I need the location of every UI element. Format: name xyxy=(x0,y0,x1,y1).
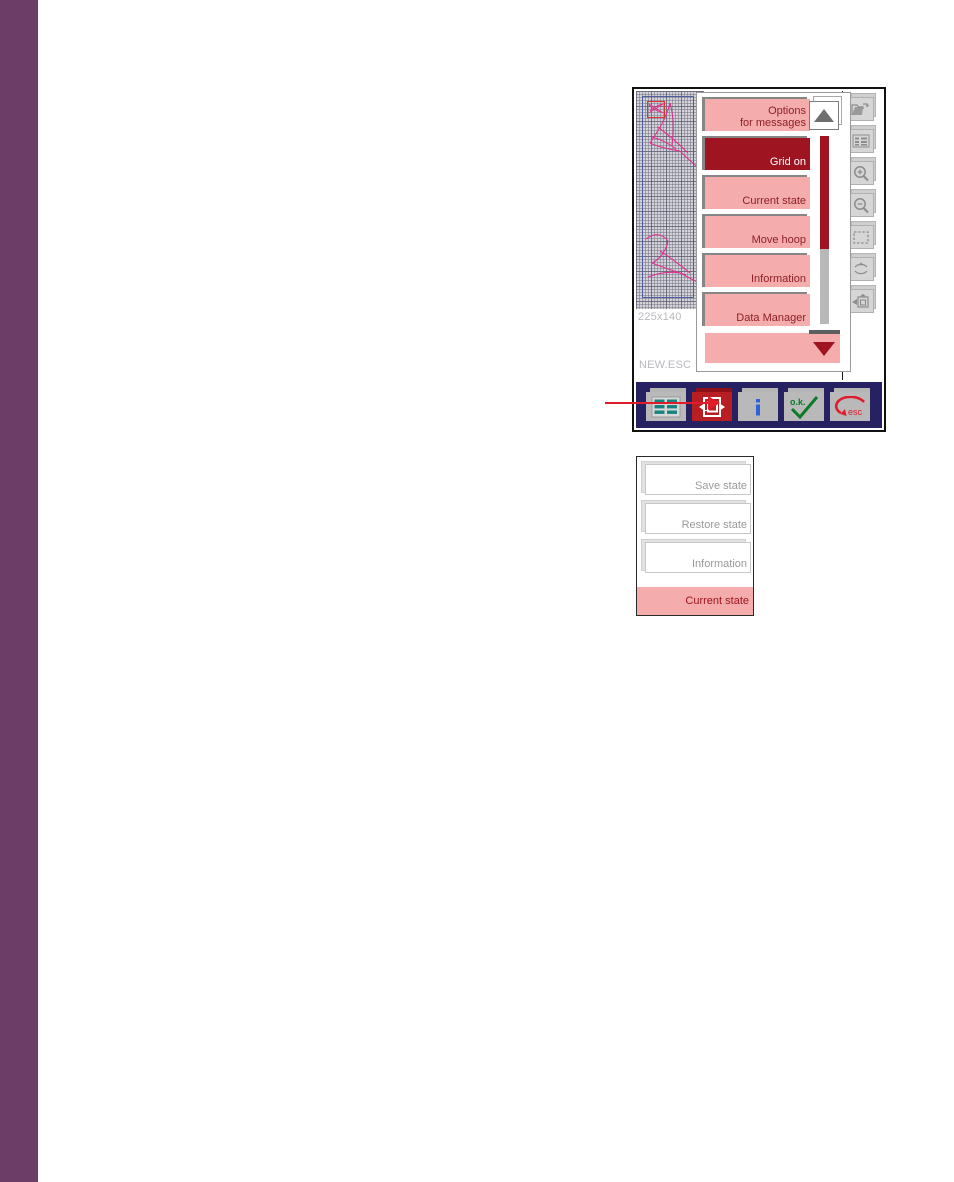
menu-item-label: Move hoop xyxy=(751,234,806,246)
callout-leader-line xyxy=(605,402,715,404)
esc-back-icon: esc xyxy=(834,395,865,417)
send-to-machine-icon xyxy=(852,293,869,308)
item-face: Save state xyxy=(645,464,751,495)
table-view-button[interactable] xyxy=(646,388,688,422)
save-state-button[interactable]: Save state xyxy=(641,461,751,495)
settings-popup-menu: Options for messages Grid on Current sta… xyxy=(696,92,851,372)
ok-check-icon: o.k. xyxy=(790,395,819,419)
item-face: Options for messages xyxy=(705,99,810,131)
current-state-label: Current state xyxy=(685,595,749,607)
list-view-button[interactable] xyxy=(847,125,878,154)
design-stitches xyxy=(645,102,701,284)
button-face xyxy=(847,161,874,185)
triangle-up-icon xyxy=(814,109,834,122)
button-face xyxy=(847,97,874,121)
selection-frame-icon xyxy=(852,230,869,244)
button-face xyxy=(646,392,686,421)
zoom-in-icon xyxy=(853,165,869,181)
svg-text:esc: esc xyxy=(848,407,863,417)
callout-arrow-head xyxy=(708,396,720,410)
menu-item-data-manager[interactable]: Data Manager xyxy=(702,292,810,326)
button-face xyxy=(847,193,874,217)
menu-item-grid-on[interactable]: Grid on xyxy=(702,136,810,170)
scroll-down-button[interactable] xyxy=(807,330,843,364)
button-face: esc xyxy=(830,392,870,421)
item-face: Grid on xyxy=(705,138,810,170)
state-item-label: Save state xyxy=(695,480,747,492)
item-face: Information xyxy=(645,542,751,573)
zoom-out-button[interactable] xyxy=(847,189,878,218)
open-folder-button[interactable] xyxy=(847,93,878,122)
button-face: o.k. xyxy=(784,392,824,421)
grid-table-icon xyxy=(651,396,681,417)
list-view-icon xyxy=(852,134,869,148)
embroidery-machine-screen: 225x140 NEW.ESC Options for messages Gri… xyxy=(632,87,886,432)
menu-item-label: Grid on xyxy=(769,156,806,168)
button-face xyxy=(847,257,874,281)
triangle-down-icon xyxy=(812,341,835,356)
button-face xyxy=(738,392,778,421)
svg-text:o.k.: o.k. xyxy=(790,397,806,407)
scrollbar-thumb[interactable] xyxy=(820,136,829,249)
restore-state-button[interactable]: Restore state xyxy=(641,500,751,534)
button-face xyxy=(809,101,839,130)
selected-stitch-block[interactable] xyxy=(647,101,665,118)
menu-item-options-for-messages[interactable]: Options for messages xyxy=(702,97,810,131)
current-state-title: Current state xyxy=(637,587,753,615)
state-item-label: Restore state xyxy=(681,519,747,531)
item-face: Restore state xyxy=(645,503,751,534)
item-face: Move hoop xyxy=(705,216,810,248)
design-canvas[interactable] xyxy=(636,91,704,309)
menu-item-label: Data Manager xyxy=(736,312,806,324)
selection-frame-button[interactable] xyxy=(847,221,878,250)
item-face: Information xyxy=(705,255,810,287)
ok-button[interactable]: o.k. xyxy=(784,388,826,422)
item-face: Data Manager xyxy=(705,294,810,326)
button-face xyxy=(807,334,840,363)
bottom-toolbar: o.k. esc xyxy=(636,382,882,428)
button-face xyxy=(847,289,874,313)
zoom-out-icon xyxy=(853,197,869,213)
design-dimension-label: 225x140 xyxy=(638,311,682,323)
item-face: Current state xyxy=(705,177,810,209)
button-face xyxy=(847,129,874,153)
menu-item-empty[interactable] xyxy=(702,331,810,365)
scroll-up-button[interactable] xyxy=(809,96,843,130)
item-face xyxy=(705,333,810,363)
state-item-label: Information xyxy=(691,558,747,570)
open-folder-icon xyxy=(851,102,870,115)
menu-item-current-state[interactable]: Current state xyxy=(702,175,810,209)
state-information-button[interactable]: Information xyxy=(641,539,751,573)
menu-scrollbar[interactable] xyxy=(803,96,847,368)
escape-button[interactable]: esc xyxy=(830,388,872,422)
menu-item-label: Current state xyxy=(742,195,806,207)
info-icon xyxy=(756,398,760,415)
send-to-machine-button[interactable] xyxy=(847,285,878,314)
design-file-name-label: NEW.ESC xyxy=(639,359,692,371)
information-button[interactable] xyxy=(738,388,780,422)
scrollbar-track[interactable] xyxy=(820,136,829,324)
current-state-panel: Save state Restore state Information Cur… xyxy=(636,456,754,616)
flip-vertical-icon xyxy=(854,262,867,275)
menu-item-list: Options for messages Grid on Current sta… xyxy=(697,93,815,370)
button-face xyxy=(847,225,874,249)
flip-vertical-button[interactable] xyxy=(847,253,878,282)
zoom-in-button[interactable] xyxy=(847,157,878,186)
page-side-bar xyxy=(0,0,38,1182)
menu-item-label: Information xyxy=(750,273,806,285)
menu-item-move-hoop[interactable]: Move hoop xyxy=(702,214,810,248)
menu-item-information[interactable]: Information xyxy=(702,253,810,287)
menu-item-label: Options for messages xyxy=(739,105,806,129)
